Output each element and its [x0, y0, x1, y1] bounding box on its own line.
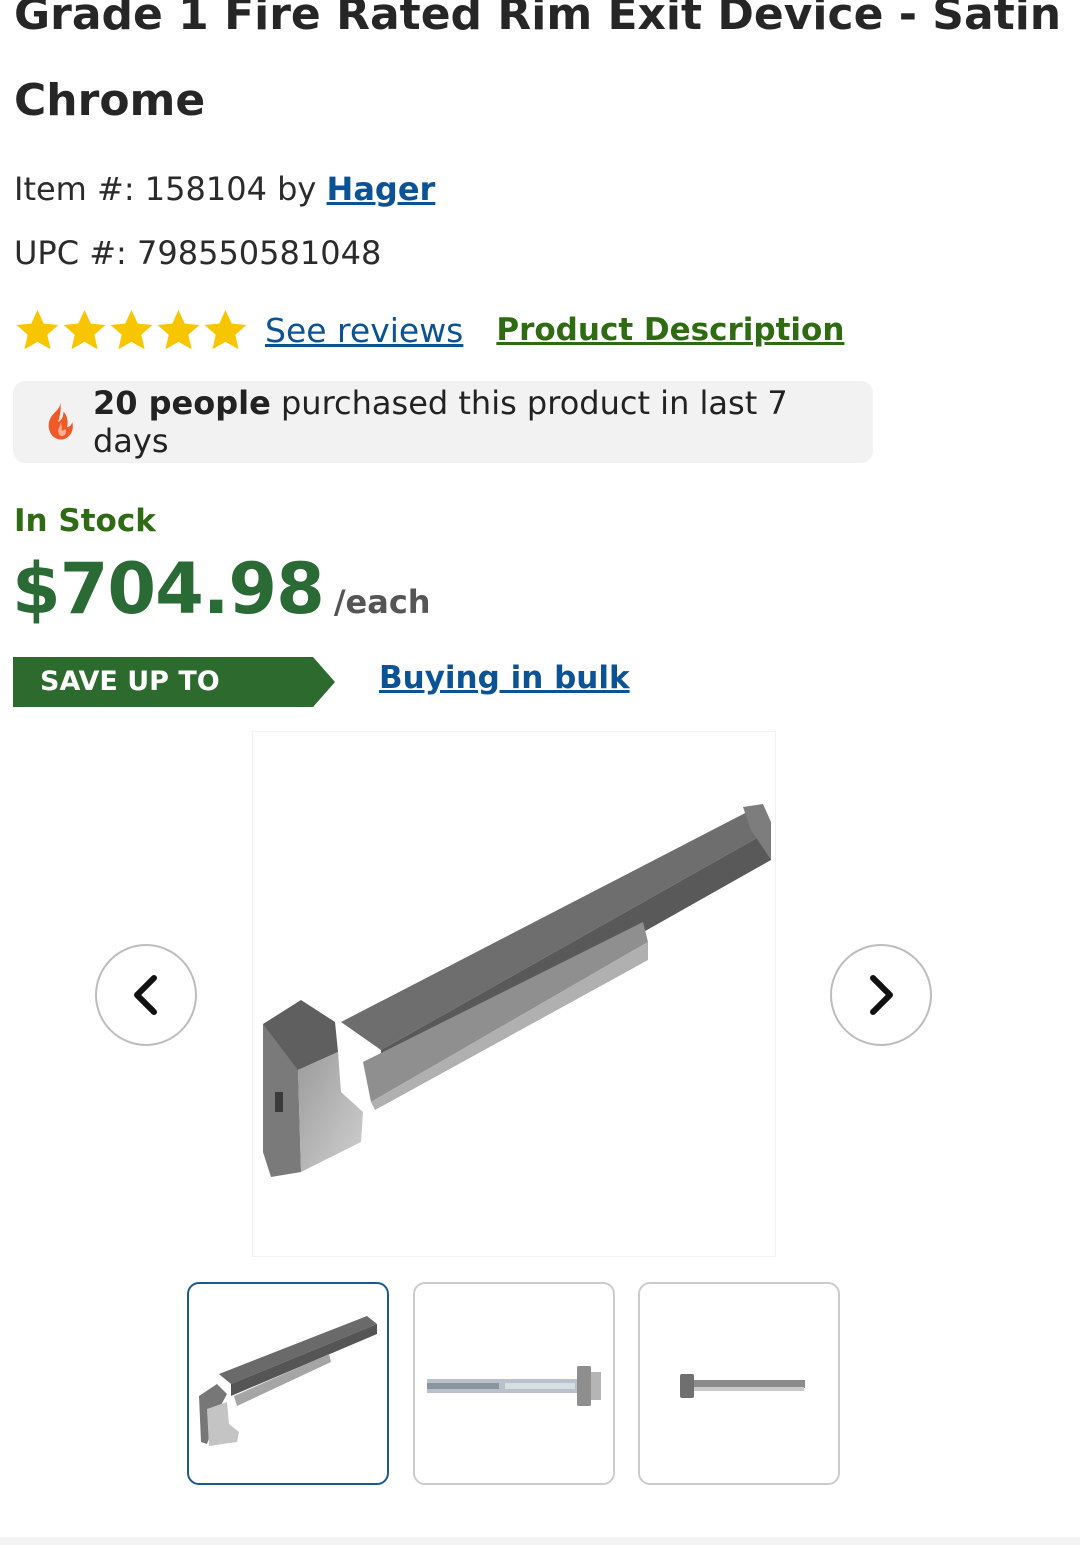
star-rating — [14, 307, 249, 354]
item-number-line: Item #: 158104 by Hager — [14, 170, 435, 208]
thumbnail-image — [199, 1316, 377, 1446]
see-reviews-link[interactable]: See reviews — [265, 311, 463, 350]
star-icon — [63, 309, 106, 349]
purchase-activity-text: 20 people purchased this product in last… — [93, 384, 873, 460]
star-icon — [157, 309, 200, 349]
star-icon — [204, 309, 247, 349]
thumbnail-image — [680, 1374, 805, 1398]
section-divider — [0, 1537, 1080, 1545]
fire-icon — [48, 401, 73, 440]
save-badge-arrow — [313, 657, 335, 707]
product-main-image[interactable] — [252, 731, 776, 1257]
chevron-left-icon — [134, 975, 157, 1015]
product-title: Grade 1 Fire Rated Rim Exit Device - Sat… — [14, 0, 1062, 126]
chevron-right-icon — [870, 975, 893, 1015]
thumbnail-3[interactable] — [638, 1282, 840, 1485]
save-badge-label: SAVE UP TO 70.50 — [13, 657, 313, 747]
star-icon — [16, 309, 59, 349]
price-row: $704.98 /each — [12, 548, 431, 630]
purchase-activity-banner: 20 people purchased this product in last… — [13, 381, 873, 463]
purchase-count: 20 people — [92, 384, 271, 422]
upc-number: UPC #: 798550581048 — [14, 234, 382, 272]
price: $704.98 — [12, 548, 325, 630]
buying-in-bulk-link[interactable]: Buying in bulk — [379, 660, 630, 696]
item-number: Item #: 158104 by — [14, 170, 327, 208]
previous-image-button[interactable] — [95, 944, 197, 1046]
price-unit: /each — [333, 583, 431, 621]
brand-link[interactable]: Hager — [327, 170, 436, 208]
thumbnail-2[interactable] — [413, 1282, 615, 1485]
rating-row: See reviews Product Description — [14, 300, 844, 360]
thumbnail-1[interactable] — [187, 1282, 389, 1485]
star-icon — [110, 309, 153, 349]
stock-status: In Stock — [14, 503, 156, 539]
next-image-button[interactable] — [830, 944, 932, 1046]
product-description-link[interactable]: Product Description — [496, 312, 844, 348]
exit-device-illustration — [263, 804, 771, 1177]
save-badge: SAVE UP TO 70.50 — [13, 657, 335, 747]
thumbnail-image — [427, 1366, 601, 1406]
